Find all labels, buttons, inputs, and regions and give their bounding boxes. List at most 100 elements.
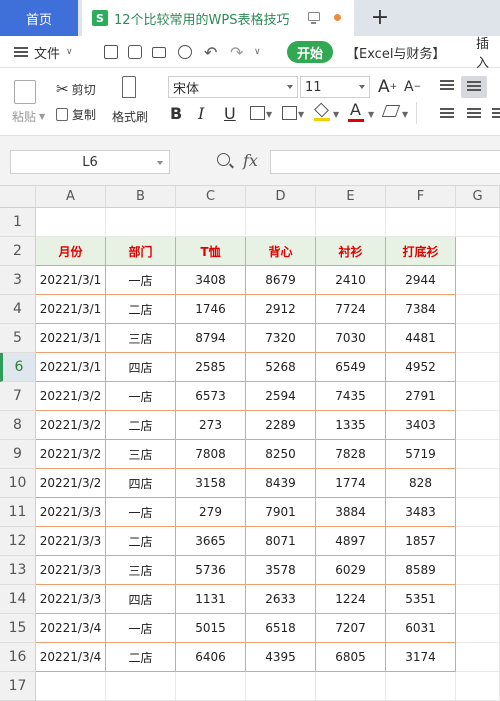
save-icon[interactable]: [104, 45, 118, 59]
excel-finance-tab[interactable]: 【Excel与财务】: [346, 36, 445, 68]
table-cell[interactable]: 三店: [106, 324, 176, 353]
table-cell[interactable]: 5351: [386, 585, 456, 614]
row-header-10[interactable]: 10: [0, 469, 36, 498]
formula-input[interactable]: [270, 150, 500, 174]
empty-cell[interactable]: [246, 208, 316, 237]
table-cell[interactable]: 一店: [106, 266, 176, 295]
table-cell[interactable]: 20221/3/2: [36, 469, 106, 498]
bold-button[interactable]: B: [170, 102, 182, 124]
table-cell[interactable]: 6805: [316, 643, 386, 672]
row-header-6[interactable]: 6: [0, 353, 36, 382]
export-pdf-icon[interactable]: [128, 45, 142, 59]
table-cell[interactable]: 8439: [246, 469, 316, 498]
empty-cell[interactable]: [456, 324, 500, 353]
empty-cell[interactable]: [456, 440, 500, 469]
table-header-cell[interactable]: 衬衫: [316, 237, 386, 266]
brush-icon[interactable]: [122, 76, 136, 98]
table-cell[interactable]: 273: [176, 411, 246, 440]
redo-icon[interactable]: ↷: [230, 36, 243, 68]
table-cell[interactable]: 20221/3/2: [36, 382, 106, 411]
empty-cell[interactable]: [246, 672, 316, 701]
table-cell[interactable]: 3578: [246, 556, 316, 585]
underline-button[interactable]: U: [224, 102, 236, 124]
table-cell[interactable]: 7030: [316, 324, 386, 353]
row-header-16[interactable]: 16: [0, 643, 36, 672]
empty-cell[interactable]: [456, 585, 500, 614]
empty-cell[interactable]: [176, 208, 246, 237]
tab-home[interactable]: 首页: [0, 0, 78, 36]
empty-cell[interactable]: [456, 498, 500, 527]
empty-cell[interactable]: [456, 411, 500, 440]
table-cell[interactable]: 一店: [106, 614, 176, 643]
table-cell[interactable]: 1746: [176, 295, 246, 324]
table-cell[interactable]: 二店: [106, 411, 176, 440]
table-cell[interactable]: 4481: [386, 324, 456, 353]
column-header-f[interactable]: F: [386, 186, 456, 208]
table-cell[interactable]: 8250: [246, 440, 316, 469]
table-cell[interactable]: 1857: [386, 527, 456, 556]
merge-chevron-icon[interactable]: ▼: [298, 110, 304, 119]
border-icon[interactable]: [250, 106, 265, 120]
fx-icon[interactable]: fx: [243, 151, 258, 170]
table-cell[interactable]: 20221/3/2: [36, 411, 106, 440]
table-cell[interactable]: 20221/3/3: [36, 527, 106, 556]
spreadsheet-grid[interactable]: A B C D E F G 1 2 月份 部门 T恤 背心 衬衫 打底衫 3 20221/3/1 一店 3408 86…: [0, 186, 500, 701]
table-cell[interactable]: 7320: [246, 324, 316, 353]
table-cell[interactable]: 3483: [386, 498, 456, 527]
paste-icon[interactable]: [14, 80, 36, 104]
table-cell[interactable]: 20221/3/1: [36, 324, 106, 353]
table-cell[interactable]: 3174: [386, 643, 456, 672]
table-cell[interactable]: 8589: [386, 556, 456, 585]
row-header-12[interactable]: 12: [0, 527, 36, 556]
row-header-13[interactable]: 13: [0, 556, 36, 585]
table-cell[interactable]: 2912: [246, 295, 316, 324]
font-color-chevron-icon[interactable]: ▼: [368, 110, 374, 119]
table-cell[interactable]: 20221/3/1: [36, 353, 106, 382]
table-cell[interactable]: 2289: [246, 411, 316, 440]
table-header-cell[interactable]: T恤: [176, 237, 246, 266]
table-cell[interactable]: 20221/3/4: [36, 643, 106, 672]
table-cell[interactable]: 2633: [246, 585, 316, 614]
border-chevron-icon[interactable]: ▼: [266, 110, 272, 119]
monitor-icon[interactable]: [308, 12, 320, 24]
empty-cell[interactable]: [386, 208, 456, 237]
empty-cell[interactable]: [456, 353, 500, 382]
table-cell[interactable]: 6406: [176, 643, 246, 672]
empty-cell[interactable]: [456, 643, 500, 672]
table-cell[interactable]: 2791: [386, 382, 456, 411]
table-cell[interactable]: 1224: [316, 585, 386, 614]
table-cell[interactable]: 2585: [176, 353, 246, 382]
insert-tab[interactable]: 插入: [476, 36, 500, 71]
table-cell[interactable]: 三店: [106, 440, 176, 469]
table-cell[interactable]: 6549: [316, 353, 386, 382]
table-cell[interactable]: 7828: [316, 440, 386, 469]
merge-cells-icon[interactable]: [282, 106, 297, 120]
row-header-15[interactable]: 15: [0, 614, 36, 643]
table-cell[interactable]: 7435: [316, 382, 386, 411]
table-cell[interactable]: 7207: [316, 614, 386, 643]
name-box[interactable]: L6: [10, 150, 170, 174]
table-cell[interactable]: 1335: [316, 411, 386, 440]
table-cell[interactable]: 二店: [106, 295, 176, 324]
empty-cell[interactable]: [176, 672, 246, 701]
fill-color-icon[interactable]: [314, 102, 330, 121]
row-header-9[interactable]: 9: [0, 440, 36, 469]
start-tab-button[interactable]: 开始: [287, 41, 333, 63]
row-header-14[interactable]: 14: [0, 585, 36, 614]
align-top-icon[interactable]: [440, 80, 454, 92]
more-chevron-icon[interactable]: ∨: [254, 36, 261, 68]
table-cell[interactable]: 7384: [386, 295, 456, 324]
column-header-e[interactable]: E: [316, 186, 386, 208]
print-icon[interactable]: [152, 47, 166, 58]
empty-cell[interactable]: [456, 527, 500, 556]
paste-button[interactable]: 粘贴 ▼: [12, 108, 45, 125]
shrink-font-button[interactable]: A −: [404, 79, 421, 95]
table-cell[interactable]: 四店: [106, 353, 176, 382]
table-cell[interactable]: 6573: [176, 382, 246, 411]
align-right-icon[interactable]: [492, 108, 500, 120]
table-cell[interactable]: 4897: [316, 527, 386, 556]
cut-button[interactable]: ✂ 剪切: [56, 80, 96, 98]
eraser-chevron-icon[interactable]: ▼: [402, 110, 408, 119]
align-left-icon[interactable]: [440, 108, 454, 120]
table-header-cell[interactable]: 背心: [246, 237, 316, 266]
